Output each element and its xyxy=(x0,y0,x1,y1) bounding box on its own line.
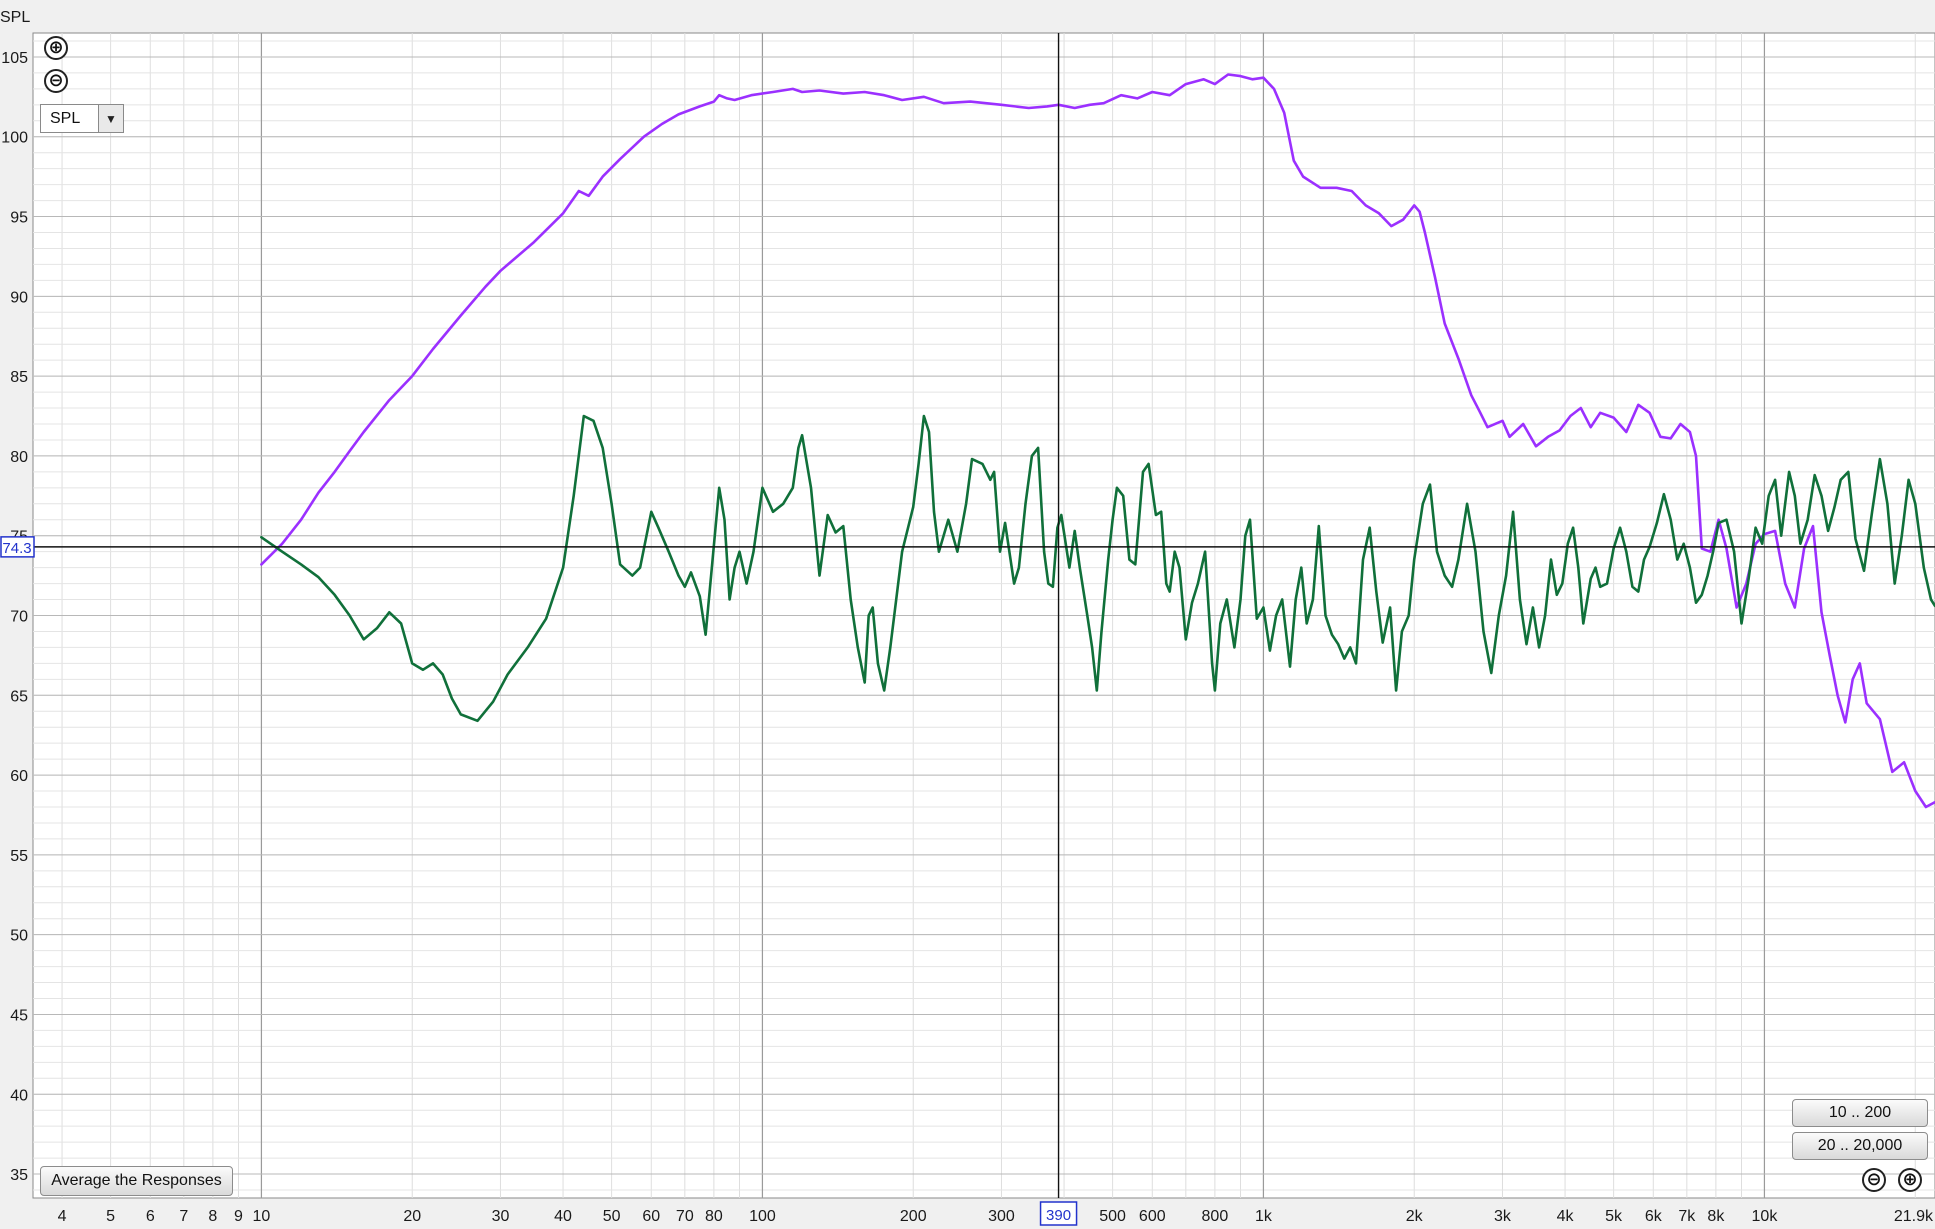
x-tick-label: 70 xyxy=(676,1208,694,1225)
y-tick-label: 80 xyxy=(10,449,28,466)
x-tick-label: 4k xyxy=(1557,1208,1575,1225)
x-tick-label: 8k xyxy=(1707,1208,1725,1225)
x-tick-label: 4 xyxy=(58,1208,67,1225)
x-tick-label: 8 xyxy=(208,1208,217,1225)
y-tick-label: 100 xyxy=(1,130,28,147)
cursor-x-value: 390 xyxy=(1046,1207,1071,1224)
average-responses-button[interactable]: Average the Responses xyxy=(40,1166,233,1196)
x-tick-label: 2k xyxy=(1406,1208,1424,1225)
y-tick-label: 45 xyxy=(10,1007,28,1024)
x-tick-label: 800 xyxy=(1202,1208,1229,1225)
x-zoom-in-icon[interactable]: ⊕ xyxy=(1898,1168,1922,1192)
x-tick-label: 10k xyxy=(1752,1208,1779,1225)
y-tick-label: 105 xyxy=(1,50,28,67)
x-tick-label: 5 xyxy=(106,1208,115,1225)
x-tick-label: 7k xyxy=(1678,1208,1696,1225)
y-tick-label: 40 xyxy=(10,1087,28,1104)
chevron-down-icon[interactable]: ▼ xyxy=(98,105,123,132)
x-tick-label: 7 xyxy=(179,1208,188,1225)
x-tick-label: 20 xyxy=(403,1208,421,1225)
x-tick-label: 5k xyxy=(1605,1208,1623,1225)
y-tick-label: 60 xyxy=(10,768,28,785)
y-tick-label: 35 xyxy=(10,1167,28,1184)
zoom-in-icon[interactable]: ⊕ xyxy=(44,36,68,60)
range-20-20000-button[interactable]: 20 .. 20,000 xyxy=(1792,1132,1928,1160)
x-tick-label: 21.9k xyxy=(1894,1208,1934,1225)
x-tick-label: 600 xyxy=(1139,1208,1166,1225)
x-tick-label: 60 xyxy=(642,1208,660,1225)
x-axis: 4 5 6 7 8 9 10 20 30 40 50 60 70 80 100 200 300 500 600 800… xyxy=(58,1208,1934,1225)
y-axis-title: SPL xyxy=(0,9,30,26)
spl-chart[interactable]: 10510095908580757065605550454035 4567891… xyxy=(0,0,1935,1229)
x-tick-label: 100 xyxy=(749,1208,776,1225)
zoom-out-icon[interactable]: ⊖ xyxy=(44,69,68,93)
x-tick-label: 50 xyxy=(603,1208,621,1225)
x-tick-label: 500 xyxy=(1099,1208,1126,1225)
y-tick-label: 95 xyxy=(10,210,28,227)
y-tick-label: 70 xyxy=(10,609,28,626)
x-tick-label: 30 xyxy=(492,1208,510,1225)
graph-window: 10510095908580757065605550454035 4567891… xyxy=(0,0,1935,1229)
y-tick-label: 85 xyxy=(10,369,28,386)
y-axis: 10510095908580757065605550454035 xyxy=(1,50,28,1184)
cursor-y-value: 74.3 xyxy=(2,540,31,557)
x-zoom-out-icon[interactable]: ⊖ xyxy=(1862,1168,1886,1192)
y-tick-label: 50 xyxy=(10,928,28,945)
y-tick-label: 90 xyxy=(10,289,28,306)
x-tick-label: 9 xyxy=(234,1208,243,1225)
x-tick-label: 1k xyxy=(1255,1208,1273,1225)
x-tick-label: 3k xyxy=(1494,1208,1512,1225)
y-tick-label: 65 xyxy=(10,688,28,705)
range-10-200-button[interactable]: 10 .. 200 xyxy=(1792,1099,1928,1127)
view-select[interactable]: SPL ▼ xyxy=(40,104,124,133)
view-select-value: SPL xyxy=(50,110,81,127)
x-tick-label: 6k xyxy=(1645,1208,1663,1225)
x-tick-label: 200 xyxy=(900,1208,927,1225)
y-tick-label: 55 xyxy=(10,848,28,865)
x-tick-label: 10 xyxy=(253,1208,271,1225)
x-tick-label: 40 xyxy=(554,1208,572,1225)
x-tick-label: 80 xyxy=(705,1208,723,1225)
x-tick-label: 300 xyxy=(988,1208,1015,1225)
x-tick-label: 6 xyxy=(146,1208,155,1225)
